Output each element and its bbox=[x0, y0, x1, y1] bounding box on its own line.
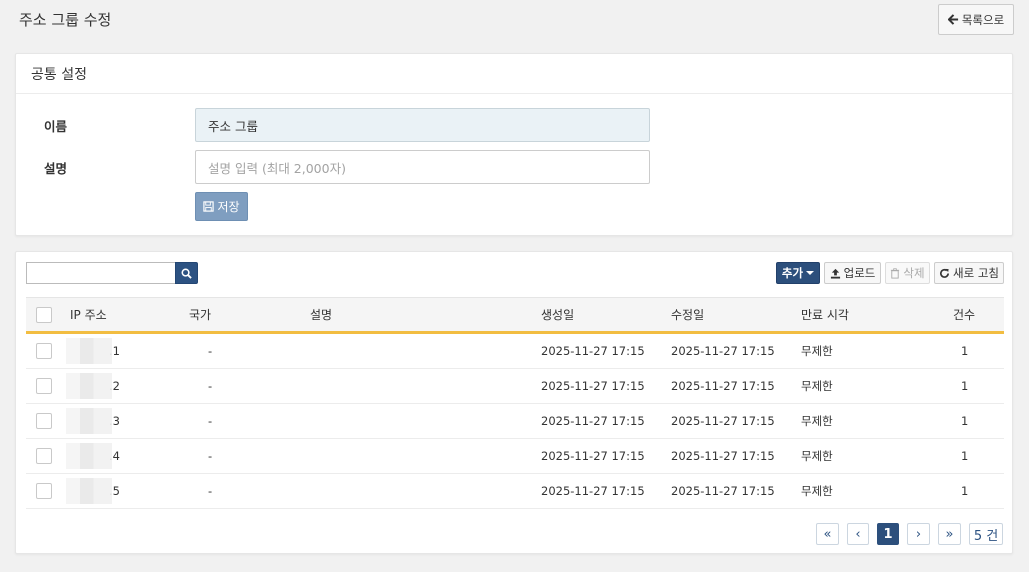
header-created[interactable]: 생성일 bbox=[541, 298, 574, 331]
count-cell: 1 bbox=[961, 414, 969, 428]
description-label: 설명 bbox=[44, 161, 68, 176]
expiry-cell: 무제한 bbox=[801, 379, 833, 393]
table-row[interactable]: .2 - 2025-11-27 17:15 2025-11-27 17:15 무… bbox=[26, 369, 1004, 404]
select-all-checkbox[interactable] bbox=[36, 306, 52, 323]
ip-cell: .4 bbox=[66, 439, 120, 473]
row-checkbox[interactable] bbox=[36, 413, 52, 429]
save-button-label: 저장 bbox=[217, 200, 240, 214]
address-list-panel: 추가 업로드 삭제 새로 고침 IP 주소 국가 설명 생성일 수정일 만료 시… bbox=[15, 251, 1013, 554]
modified-cell: 2025-11-27 17:15 bbox=[671, 449, 775, 463]
add-button[interactable]: 추가 bbox=[776, 262, 820, 284]
count-cell: 1 bbox=[961, 379, 969, 393]
header-ip[interactable]: IP 주소 bbox=[70, 298, 107, 331]
back-to-list-button[interactable]: 목록으로 bbox=[938, 4, 1014, 35]
masked-ip bbox=[66, 478, 112, 504]
created-cell: 2025-11-27 17:15 bbox=[541, 449, 645, 463]
table-row[interactable]: .4 - 2025-11-27 17:15 2025-11-27 17:15 무… bbox=[26, 439, 1004, 474]
description-field[interactable]: 설명 입력 (최대 2,000자) bbox=[195, 150, 650, 184]
ip-cell: .1 bbox=[66, 334, 120, 368]
prev-page-button[interactable]: ‹ bbox=[847, 523, 869, 545]
upload-button-label: 업로드 bbox=[843, 266, 876, 280]
search-input[interactable] bbox=[26, 262, 176, 284]
ip-cell: .3 bbox=[66, 404, 120, 438]
count-cell: 1 bbox=[961, 484, 969, 498]
row-checkbox[interactable] bbox=[36, 448, 52, 464]
header-expiry[interactable]: 만료 시각 bbox=[801, 298, 849, 331]
country-cell: - bbox=[208, 449, 213, 463]
floppy-icon bbox=[203, 201, 215, 212]
created-cell: 2025-11-27 17:15 bbox=[541, 484, 645, 498]
ip-cell: .2 bbox=[66, 369, 120, 403]
expiry-cell: 무제한 bbox=[801, 344, 833, 358]
arrow-left-icon bbox=[947, 14, 958, 25]
save-button[interactable]: 저장 bbox=[195, 192, 248, 221]
add-button-label: 추가 bbox=[781, 266, 804, 280]
name-field[interactable]: 주소 그룹 bbox=[195, 108, 650, 142]
table-row[interactable]: .3 - 2025-11-27 17:15 2025-11-27 17:15 무… bbox=[26, 404, 1004, 439]
header-country[interactable]: 국가 bbox=[189, 298, 211, 331]
common-settings-panel: 공통 설정 이름 주소 그룹 설명 설명 입력 (최대 2,000자) 저장 bbox=[15, 53, 1013, 236]
ip-cell: .5 bbox=[66, 474, 120, 508]
country-cell: - bbox=[208, 414, 213, 428]
last-page-button[interactable]: » bbox=[938, 523, 961, 545]
masked-ip bbox=[66, 338, 112, 364]
country-cell: - bbox=[208, 484, 213, 498]
address-table: IP 주소 국가 설명 생성일 수정일 만료 시각 건수 .1 - 2025-1… bbox=[26, 297, 1004, 509]
modified-cell: 2025-11-27 17:15 bbox=[671, 379, 775, 393]
total-count: 5 건 bbox=[969, 523, 1003, 545]
search-icon bbox=[181, 268, 192, 279]
count-cell: 1 bbox=[961, 344, 969, 358]
modified-cell: 2025-11-27 17:15 bbox=[671, 414, 775, 428]
country-cell: - bbox=[208, 379, 213, 393]
back-button-label: 목록으로 bbox=[961, 12, 1005, 27]
caret-down-icon bbox=[806, 271, 815, 275]
modified-cell: 2025-11-27 17:15 bbox=[671, 344, 775, 358]
header-description[interactable]: 설명 bbox=[310, 298, 332, 331]
table-row[interactable]: .1 - 2025-11-27 17:15 2025-11-27 17:15 무… bbox=[26, 334, 1004, 369]
trash-icon bbox=[891, 267, 900, 279]
country-cell: - bbox=[208, 344, 213, 358]
row-checkbox[interactable] bbox=[36, 343, 52, 359]
created-cell: 2025-11-27 17:15 bbox=[541, 344, 645, 358]
table-row[interactable]: .5 - 2025-11-27 17:15 2025-11-27 17:15 무… bbox=[26, 474, 1004, 509]
expiry-cell: 무제한 bbox=[801, 449, 833, 463]
upload-button[interactable]: 업로드 bbox=[824, 262, 881, 284]
count-cell: 1 bbox=[961, 449, 969, 463]
refresh-icon bbox=[940, 268, 949, 278]
header-modified[interactable]: 수정일 bbox=[671, 298, 704, 331]
table-header: IP 주소 국가 설명 생성일 수정일 만료 시각 건수 bbox=[26, 297, 1004, 334]
name-label: 이름 bbox=[44, 119, 68, 134]
created-cell: 2025-11-27 17:15 bbox=[541, 414, 645, 428]
refresh-button-label: 새로 고침 bbox=[953, 266, 999, 280]
expiry-cell: 무제한 bbox=[801, 484, 833, 498]
expiry-cell: 무제한 bbox=[801, 414, 833, 428]
masked-ip bbox=[66, 443, 112, 469]
header-count[interactable]: 건수 bbox=[953, 298, 975, 331]
page-title: 주소 그룹 수정 bbox=[19, 11, 112, 29]
row-checkbox[interactable] bbox=[36, 378, 52, 394]
masked-ip bbox=[66, 408, 112, 434]
refresh-button[interactable]: 새로 고침 bbox=[934, 262, 1004, 284]
first-page-button[interactable]: « bbox=[816, 523, 839, 545]
search-button[interactable] bbox=[175, 262, 198, 284]
delete-button-label: 삭제 bbox=[903, 266, 925, 280]
created-cell: 2025-11-27 17:15 bbox=[541, 379, 645, 393]
masked-ip bbox=[66, 373, 112, 399]
next-page-button[interactable]: › bbox=[907, 523, 930, 545]
upload-icon bbox=[830, 268, 840, 279]
row-checkbox[interactable] bbox=[36, 483, 52, 499]
modified-cell: 2025-11-27 17:15 bbox=[671, 484, 775, 498]
delete-button[interactable]: 삭제 bbox=[885, 262, 930, 284]
common-settings-header: 공통 설정 bbox=[16, 54, 1012, 94]
page-1-button[interactable]: 1 bbox=[877, 523, 899, 545]
